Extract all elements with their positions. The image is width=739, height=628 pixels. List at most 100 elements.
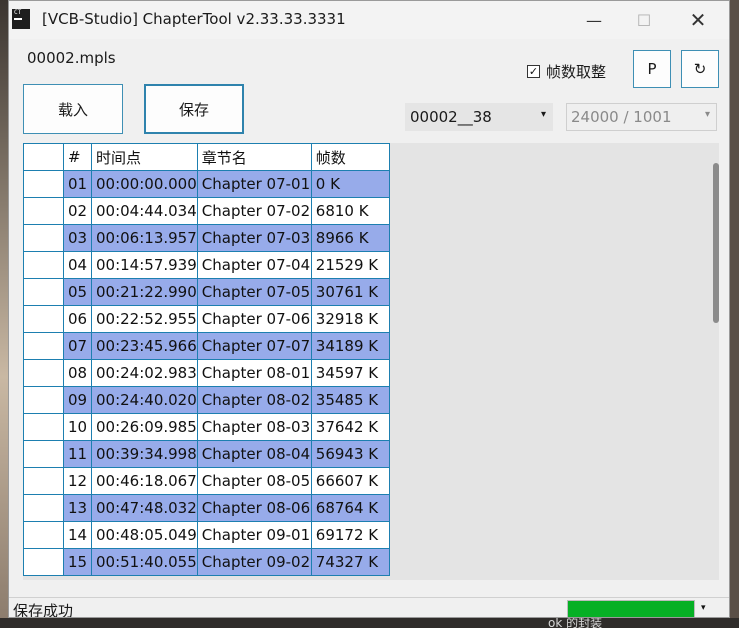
cell-index[interactable]: 14 bbox=[63, 521, 92, 549]
cell-timestamp[interactable]: 00:39:34.998 bbox=[91, 440, 198, 468]
cell-index[interactable]: 03 bbox=[63, 224, 92, 252]
header-chapter-name[interactable]: 章节名 bbox=[196, 143, 312, 171]
table-row[interactable]: 15 00:51:40.055 Chapter 09-02 74327 K bbox=[23, 548, 390, 576]
cell-timestamp[interactable]: 00:46:18.067 bbox=[91, 467, 198, 495]
cell-timestamp[interactable]: 00:21:22.990 bbox=[91, 278, 198, 306]
row-selector[interactable] bbox=[23, 251, 64, 279]
table-row[interactable]: 11 00:39:34.998 Chapter 08-04 56943 K bbox=[23, 440, 390, 468]
cell-timestamp[interactable]: 00:23:45.966 bbox=[91, 332, 198, 360]
row-selector[interactable] bbox=[23, 521, 64, 549]
cell-index[interactable]: 13 bbox=[63, 494, 92, 522]
cell-frames[interactable]: 30761 K bbox=[310, 278, 390, 306]
cell-chapter-name[interactable]: Chapter 07-03 bbox=[196, 224, 312, 252]
cell-chapter-name[interactable]: Chapter 07-02 bbox=[196, 197, 312, 225]
cell-chapter-name[interactable]: Chapter 07-01 bbox=[196, 170, 312, 198]
cell-index[interactable]: 01 bbox=[63, 170, 92, 198]
table-row[interactable]: 07 00:23:45.966 Chapter 07-07 34189 K bbox=[23, 332, 390, 360]
cell-chapter-name[interactable]: Chapter 08-06 bbox=[196, 494, 312, 522]
cell-chapter-name[interactable]: Chapter 09-01 bbox=[196, 521, 312, 549]
cell-index[interactable]: 15 bbox=[63, 548, 92, 576]
cell-timestamp[interactable]: 00:24:40.020 bbox=[91, 386, 198, 414]
minimize-button[interactable]: — bbox=[571, 1, 617, 39]
row-selector[interactable] bbox=[23, 278, 64, 306]
checkbox-box[interactable]: ✓ bbox=[527, 65, 540, 78]
row-selector[interactable] bbox=[23, 224, 64, 252]
cell-timestamp[interactable]: 00:47:48.032 bbox=[91, 494, 198, 522]
cell-frames[interactable]: 34597 K bbox=[310, 359, 390, 387]
save-button[interactable]: 保存 bbox=[144, 84, 244, 134]
cell-frames[interactable]: 32918 K bbox=[310, 305, 390, 333]
cell-frames[interactable]: 8966 K bbox=[310, 224, 390, 252]
cell-frames[interactable]: 68764 K bbox=[310, 494, 390, 522]
cell-chapter-name[interactable]: Chapter 08-02 bbox=[196, 386, 312, 414]
cell-chapter-name[interactable]: Chapter 08-03 bbox=[196, 413, 312, 441]
cell-chapter-name[interactable]: Chapter 07-07 bbox=[196, 332, 312, 360]
p-button[interactable]: P bbox=[633, 50, 671, 88]
cell-frames[interactable]: 74327 K bbox=[310, 548, 390, 576]
vertical-scrollbar[interactable] bbox=[713, 163, 719, 323]
chapter-grid[interactable]: # 时间点 章节名 帧数 01 00:00:00.000 Chapter 07-01… bbox=[23, 143, 719, 580]
table-row[interactable]: 13 00:47:48.032 Chapter 08-06 68764 K bbox=[23, 494, 390, 522]
load-button[interactable]: 载入 bbox=[23, 84, 123, 134]
row-selector[interactable] bbox=[23, 548, 64, 576]
cell-timestamp[interactable]: 00:04:44.034 bbox=[91, 197, 198, 225]
cell-frames[interactable]: 35485 K bbox=[310, 386, 390, 414]
cell-index[interactable]: 07 bbox=[63, 332, 92, 360]
table-row[interactable]: 12 00:46:18.067 Chapter 08-05 66607 K bbox=[23, 467, 390, 495]
cell-index[interactable]: 04 bbox=[63, 251, 92, 279]
cell-chapter-name[interactable]: Chapter 07-05 bbox=[196, 278, 312, 306]
header-index[interactable]: # bbox=[63, 143, 92, 171]
cell-chapter-name[interactable]: Chapter 07-04 bbox=[196, 251, 312, 279]
chevron-down-icon[interactable]: ▾ bbox=[701, 603, 706, 613]
row-selector[interactable] bbox=[23, 332, 64, 360]
cell-frames[interactable]: 66607 K bbox=[310, 467, 390, 495]
cell-index[interactable]: 11 bbox=[63, 440, 92, 468]
table-row[interactable]: 02 00:04:44.034 Chapter 07-02 6810 K bbox=[23, 197, 390, 225]
header-frames[interactable]: 帧数 bbox=[310, 143, 390, 171]
row-selector[interactable] bbox=[23, 440, 64, 468]
cell-index[interactable]: 06 bbox=[63, 305, 92, 333]
row-selector[interactable] bbox=[23, 305, 64, 333]
cell-timestamp[interactable]: 00:48:05.049 bbox=[91, 521, 198, 549]
row-selector[interactable] bbox=[23, 413, 64, 441]
cell-timestamp[interactable]: 00:14:57.939 bbox=[91, 251, 198, 279]
mpls-select[interactable]: 00002__38 ▾ bbox=[405, 103, 553, 131]
table-row[interactable]: 01 00:00:00.000 Chapter 07-01 0 K bbox=[23, 170, 390, 198]
frame-round-checkbox[interactable]: ✓ 帧数取整 bbox=[527, 61, 606, 82]
cell-frames[interactable]: 56943 K bbox=[310, 440, 390, 468]
cell-index[interactable]: 08 bbox=[63, 359, 92, 387]
cell-chapter-name[interactable]: Chapter 09-02 bbox=[196, 548, 312, 576]
row-selector[interactable] bbox=[23, 359, 64, 387]
table-row[interactable]: 10 00:26:09.985 Chapter 08-03 37642 K bbox=[23, 413, 390, 441]
cell-frames[interactable]: 6810 K bbox=[310, 197, 390, 225]
table-row[interactable]: 06 00:22:52.955 Chapter 07-06 32918 K bbox=[23, 305, 390, 333]
row-selector[interactable] bbox=[23, 386, 64, 414]
maximize-button[interactable]: ☐ bbox=[621, 1, 667, 39]
refresh-button[interactable]: ↻ bbox=[681, 50, 719, 88]
cell-index[interactable]: 10 bbox=[63, 413, 92, 441]
cell-chapter-name[interactable]: Chapter 08-04 bbox=[196, 440, 312, 468]
header-row-selector[interactable] bbox=[23, 143, 64, 171]
close-button[interactable]: ✕ bbox=[675, 1, 721, 39]
cell-frames[interactable]: 37642 K bbox=[310, 413, 390, 441]
table-row[interactable]: 08 00:24:02.983 Chapter 08-01 34597 K bbox=[23, 359, 390, 387]
cell-timestamp[interactable]: 00:00:00.000 bbox=[91, 170, 198, 198]
cell-frames[interactable]: 34189 K bbox=[310, 332, 390, 360]
cell-index[interactable]: 09 bbox=[63, 386, 92, 414]
cell-timestamp[interactable]: 00:26:09.985 bbox=[91, 413, 198, 441]
table-row[interactable]: 14 00:48:05.049 Chapter 09-01 69172 K bbox=[23, 521, 390, 549]
table-row[interactable]: 03 00:06:13.957 Chapter 07-03 8966 K bbox=[23, 224, 390, 252]
header-timestamp[interactable]: 时间点 bbox=[91, 143, 198, 171]
row-selector[interactable] bbox=[23, 197, 64, 225]
row-selector[interactable] bbox=[23, 170, 64, 198]
cell-timestamp[interactable]: 00:06:13.957 bbox=[91, 224, 198, 252]
fps-select[interactable]: 24000 / 1001 ▾ bbox=[566, 103, 717, 131]
table-row[interactable]: 09 00:24:40.020 Chapter 08-02 35485 K bbox=[23, 386, 390, 414]
table-row[interactable]: 05 00:21:22.990 Chapter 07-05 30761 K bbox=[23, 278, 390, 306]
cell-chapter-name[interactable]: Chapter 08-05 bbox=[196, 467, 312, 495]
table-row[interactable]: 04 00:14:57.939 Chapter 07-04 21529 K bbox=[23, 251, 390, 279]
cell-chapter-name[interactable]: Chapter 07-06 bbox=[196, 305, 312, 333]
cell-index[interactable]: 02 bbox=[63, 197, 92, 225]
cell-index[interactable]: 05 bbox=[63, 278, 92, 306]
row-selector[interactable] bbox=[23, 467, 64, 495]
